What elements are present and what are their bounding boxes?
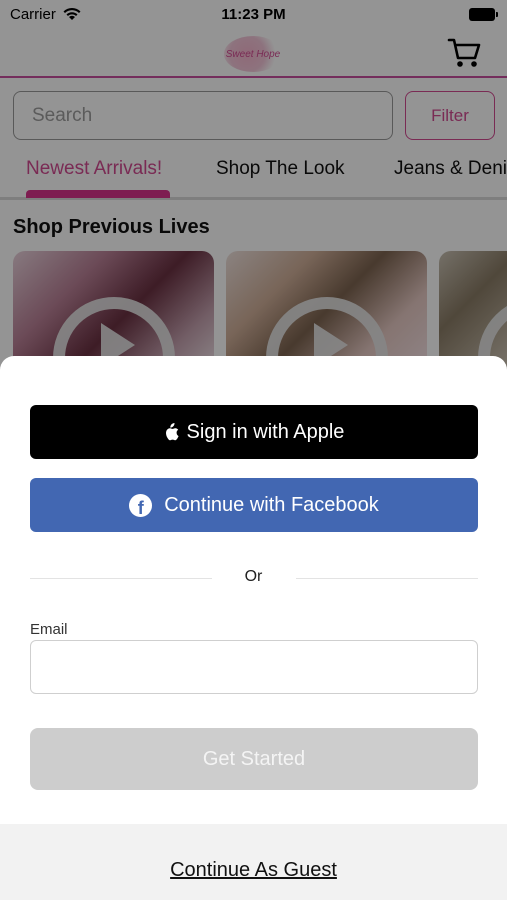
divider-right xyxy=(296,578,478,579)
email-label: Email xyxy=(30,621,68,638)
continue-facebook-button[interactable]: f Continue with Facebook xyxy=(30,478,478,532)
continue-as-guest-link[interactable]: Continue As Guest xyxy=(0,859,507,882)
app-screen: Carrier 11:23 PM Sweet Hope Filter Newes… xyxy=(0,0,507,900)
email-field[interactable] xyxy=(30,640,478,694)
sign-in-apple-button[interactable]: Sign in with Apple xyxy=(30,405,478,459)
facebook-button-label: Continue with Facebook xyxy=(164,493,379,516)
sign-in-sheet: Sign in with Apple f Continue with Faceb… xyxy=(0,356,507,900)
sheet-footer: Continue As Guest xyxy=(0,824,507,900)
or-divider-text: Or xyxy=(244,568,263,585)
apple-icon xyxy=(165,423,179,441)
get-started-button[interactable]: Get Started xyxy=(30,728,478,790)
facebook-icon: f xyxy=(129,493,153,517)
apple-button-label: Sign in with Apple xyxy=(186,420,345,443)
